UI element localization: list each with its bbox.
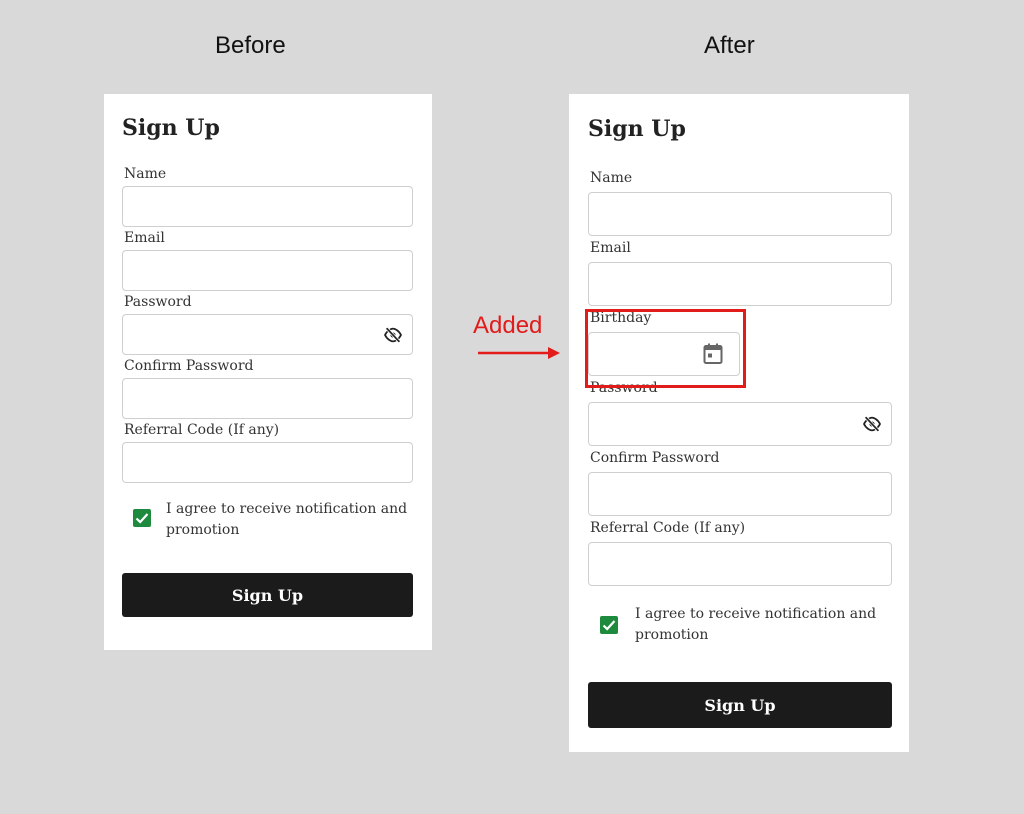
checkmark-icon	[602, 620, 616, 631]
consent-row: I agree to receive notification and prom…	[588, 604, 892, 646]
confirm-password-input[interactable]	[122, 378, 413, 419]
birthday-highlight-box	[585, 309, 746, 388]
email-label: Email	[590, 240, 631, 256]
referral-code-label: Referral Code (If any)	[124, 422, 280, 438]
after-caption: After	[704, 32, 755, 59]
form-title: Sign Up	[588, 116, 686, 142]
password-label: Password	[124, 294, 192, 310]
consent-row: I agree to receive notification and prom…	[122, 499, 413, 541]
signup-form-before: Sign Up Name Email Password Confirm Pass…	[104, 94, 432, 650]
consent-checkbox[interactable]	[133, 509, 151, 527]
consent-text: I agree to receive notification and prom…	[635, 606, 877, 643]
name-label: Name	[590, 170, 633, 186]
name-input[interactable]	[122, 186, 413, 227]
sign-up-button[interactable]: Sign Up	[588, 682, 892, 728]
consent-text: I agree to receive notification and prom…	[166, 501, 408, 538]
name-input[interactable]	[588, 192, 892, 236]
eye-slash-icon[interactable]	[862, 416, 882, 432]
password-input[interactable]	[588, 402, 892, 446]
form-title: Sign Up	[122, 115, 220, 141]
before-caption: Before	[215, 32, 286, 59]
name-label: Name	[124, 166, 167, 182]
sign-up-button[interactable]: Sign Up	[122, 573, 413, 617]
password-input[interactable]	[122, 314, 413, 355]
confirm-password-input[interactable]	[588, 472, 892, 516]
consent-checkbox[interactable]	[600, 616, 618, 634]
signup-form-after: Sign Up Name Email Birthday Password Con…	[569, 94, 909, 752]
email-input[interactable]	[122, 250, 413, 291]
referral-code-input[interactable]	[588, 542, 892, 586]
email-label: Email	[124, 230, 165, 246]
comparison-stage: Before After Sign Up Name Email Password…	[0, 0, 1024, 814]
added-annotation-label: Added	[473, 312, 543, 339]
confirm-password-label: Confirm Password	[590, 450, 720, 466]
eye-slash-icon[interactable]	[383, 326, 403, 343]
arrow-right-icon	[478, 347, 560, 359]
confirm-password-label: Confirm Password	[124, 358, 254, 374]
referral-code-label: Referral Code (If any)	[590, 520, 746, 536]
referral-code-input[interactable]	[122, 442, 413, 483]
checkmark-icon	[135, 513, 149, 524]
email-input[interactable]	[588, 262, 892, 306]
